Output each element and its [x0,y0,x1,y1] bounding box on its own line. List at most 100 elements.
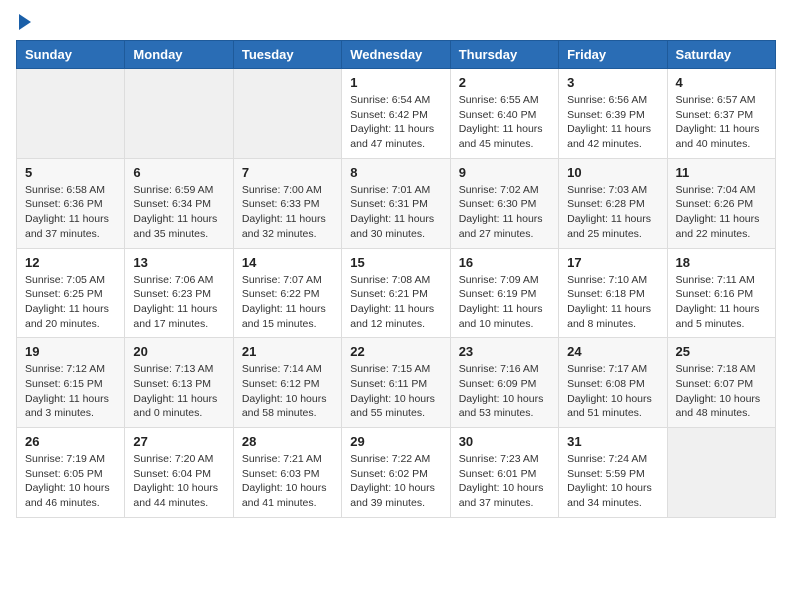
calendar-cell [125,69,233,159]
weekday-header-monday: Monday [125,41,233,69]
day-content: Sunrise: 7:11 AM Sunset: 6:16 PM Dayligh… [676,273,767,332]
day-number: 30 [459,434,550,449]
day-content: Sunrise: 7:07 AM Sunset: 6:22 PM Dayligh… [242,273,333,332]
calendar-cell: 29 Sunrise: 7:22 AM Sunset: 6:02 PM Dayli… [342,428,450,518]
day-number: 23 [459,344,550,359]
day-number: 2 [459,75,550,90]
calendar-cell: 7 Sunrise: 7:00 AM Sunset: 6:33 PM Daylig… [233,158,341,248]
calendar-cell: 4 Sunrise: 6:57 AM Sunset: 6:37 PM Daylig… [667,69,775,159]
calendar-cell: 9 Sunrise: 7:02 AM Sunset: 6:30 PM Daylig… [450,158,558,248]
day-number: 20 [133,344,224,359]
calendar-cell: 19 Sunrise: 7:12 AM Sunset: 6:15 PM Dayli… [17,338,125,428]
calendar-cell: 16 Sunrise: 7:09 AM Sunset: 6:19 PM Dayli… [450,248,558,338]
calendar-week-row: 1 Sunrise: 6:54 AM Sunset: 6:42 PM Daylig… [17,69,776,159]
day-number: 31 [567,434,658,449]
day-content: Sunrise: 7:21 AM Sunset: 6:03 PM Dayligh… [242,452,333,511]
day-content: Sunrise: 7:04 AM Sunset: 6:26 PM Dayligh… [676,183,767,242]
day-number: 9 [459,165,550,180]
calendar-cell: 3Sunrise: 6:56 AM Sunset: 6:39 PM Daylig… [559,69,667,159]
weekday-header-wednesday: Wednesday [342,41,450,69]
calendar-cell: 28 Sunrise: 7:21 AM Sunset: 6:03 PM Dayli… [233,428,341,518]
calendar-cell: 27 Sunrise: 7:20 AM Sunset: 6:04 PM Dayli… [125,428,233,518]
day-number: 24 [567,344,658,359]
calendar-cell: 26Sunrise: 7:19 AM Sunset: 6:05 PM Dayli… [17,428,125,518]
day-content: Sunrise: 6:55 AM Sunset: 6:40 PM Dayligh… [459,93,550,152]
calendar-cell: 22 Sunrise: 7:15 AM Sunset: 6:11 PM Dayli… [342,338,450,428]
calendar-cell: 6Sunrise: 6:59 AM Sunset: 6:34 PM Daylig… [125,158,233,248]
day-content: Sunrise: 7:02 AM Sunset: 6:30 PM Dayligh… [459,183,550,242]
calendar-cell: 10 Sunrise: 7:03 AM Sunset: 6:28 PM Dayli… [559,158,667,248]
weekday-header-friday: Friday [559,41,667,69]
logo [16,16,31,30]
day-content: Sunrise: 7:23 AM Sunset: 6:01 PM Dayligh… [459,452,550,511]
day-number: 7 [242,165,333,180]
day-number: 18 [676,255,767,270]
day-content: Sunrise: 7:13 AM Sunset: 6:13 PM Dayligh… [133,362,224,421]
day-number: 28 [242,434,333,449]
day-number: 25 [676,344,767,359]
day-content: Sunrise: 6:57 AM Sunset: 6:37 PM Dayligh… [676,93,767,152]
calendar-cell: 13 Sunrise: 7:06 AM Sunset: 6:23 PM Dayli… [125,248,233,338]
calendar-cell: 24 Sunrise: 7:17 AM Sunset: 6:08 PM Dayli… [559,338,667,428]
day-content: Sunrise: 7:00 AM Sunset: 6:33 PM Dayligh… [242,183,333,242]
day-number: 10 [567,165,658,180]
day-number: 16 [459,255,550,270]
calendar-cell: 20 Sunrise: 7:13 AM Sunset: 6:13 PM Dayli… [125,338,233,428]
day-content: Sunrise: 7:18 AM Sunset: 6:07 PM Dayligh… [676,362,767,421]
day-content: Sunrise: 7:16 AM Sunset: 6:09 PM Dayligh… [459,362,550,421]
day-number: 11 [676,165,767,180]
header [16,16,776,30]
calendar-cell: 23 Sunrise: 7:16 AM Sunset: 6:09 PM Dayli… [450,338,558,428]
day-number: 26 [25,434,116,449]
day-content: Sunrise: 6:54 AM Sunset: 6:42 PM Dayligh… [350,93,441,152]
weekday-header-tuesday: Tuesday [233,41,341,69]
calendar-cell: 30 Sunrise: 7:23 AM Sunset: 6:01 PM Dayli… [450,428,558,518]
day-number: 22 [350,344,441,359]
weekday-header-sunday: Sunday [17,41,125,69]
day-content: Sunrise: 6:59 AM Sunset: 6:34 PM Dayligh… [133,183,224,242]
calendar-week-row: 5Sunrise: 6:58 AM Sunset: 6:36 PM Daylig… [17,158,776,248]
calendar-cell: 1 Sunrise: 6:54 AM Sunset: 6:42 PM Daylig… [342,69,450,159]
day-content: Sunrise: 6:56 AM Sunset: 6:39 PM Dayligh… [567,93,658,152]
day-number: 29 [350,434,441,449]
calendar-cell: 5Sunrise: 6:58 AM Sunset: 6:36 PM Daylig… [17,158,125,248]
day-content: Sunrise: 7:12 AM Sunset: 6:15 PM Dayligh… [25,362,116,421]
day-number: 1 [350,75,441,90]
day-content: Sunrise: 7:09 AM Sunset: 6:19 PM Dayligh… [459,273,550,332]
calendar-cell: 18 Sunrise: 7:11 AM Sunset: 6:16 PM Dayli… [667,248,775,338]
day-number: 27 [133,434,224,449]
calendar-table: SundayMondayTuesdayWednesdayThursdayFrid… [16,40,776,518]
weekday-header-saturday: Saturday [667,41,775,69]
logo-arrow-icon [19,14,31,30]
calendar-header-row: SundayMondayTuesdayWednesdayThursdayFrid… [17,41,776,69]
day-number: 17 [567,255,658,270]
day-content: Sunrise: 7:14 AM Sunset: 6:12 PM Dayligh… [242,362,333,421]
calendar-cell: 15Sunrise: 7:08 AM Sunset: 6:21 PM Dayli… [342,248,450,338]
day-number: 5 [25,165,116,180]
day-content: Sunrise: 7:08 AM Sunset: 6:21 PM Dayligh… [350,273,441,332]
day-content: Sunrise: 7:06 AM Sunset: 6:23 PM Dayligh… [133,273,224,332]
calendar-cell: 17Sunrise: 7:10 AM Sunset: 6:18 PM Dayli… [559,248,667,338]
day-number: 4 [676,75,767,90]
day-number: 12 [25,255,116,270]
day-content: Sunrise: 7:15 AM Sunset: 6:11 PM Dayligh… [350,362,441,421]
day-content: Sunrise: 7:17 AM Sunset: 6:08 PM Dayligh… [567,362,658,421]
day-content: Sunrise: 7:05 AM Sunset: 6:25 PM Dayligh… [25,273,116,332]
day-content: Sunrise: 7:22 AM Sunset: 6:02 PM Dayligh… [350,452,441,511]
day-number: 13 [133,255,224,270]
calendar-cell: 14 Sunrise: 7:07 AM Sunset: 6:22 PM Dayli… [233,248,341,338]
calendar-cell: 25 Sunrise: 7:18 AM Sunset: 6:07 PM Dayli… [667,338,775,428]
weekday-header-thursday: Thursday [450,41,558,69]
calendar-cell: 8Sunrise: 7:01 AM Sunset: 6:31 PM Daylig… [342,158,450,248]
calendar-cell: 12 Sunrise: 7:05 AM Sunset: 6:25 PM Dayli… [17,248,125,338]
day-number: 14 [242,255,333,270]
day-content: Sunrise: 7:20 AM Sunset: 6:04 PM Dayligh… [133,452,224,511]
calendar-week-row: 12 Sunrise: 7:05 AM Sunset: 6:25 PM Dayli… [17,248,776,338]
day-number: 21 [242,344,333,359]
calendar-cell: 2 Sunrise: 6:55 AM Sunset: 6:40 PM Daylig… [450,69,558,159]
day-number: 19 [25,344,116,359]
calendar-cell: 21 Sunrise: 7:14 AM Sunset: 6:12 PM Dayli… [233,338,341,428]
day-content: Sunrise: 7:03 AM Sunset: 6:28 PM Dayligh… [567,183,658,242]
calendar-cell [667,428,775,518]
day-number: 8 [350,165,441,180]
